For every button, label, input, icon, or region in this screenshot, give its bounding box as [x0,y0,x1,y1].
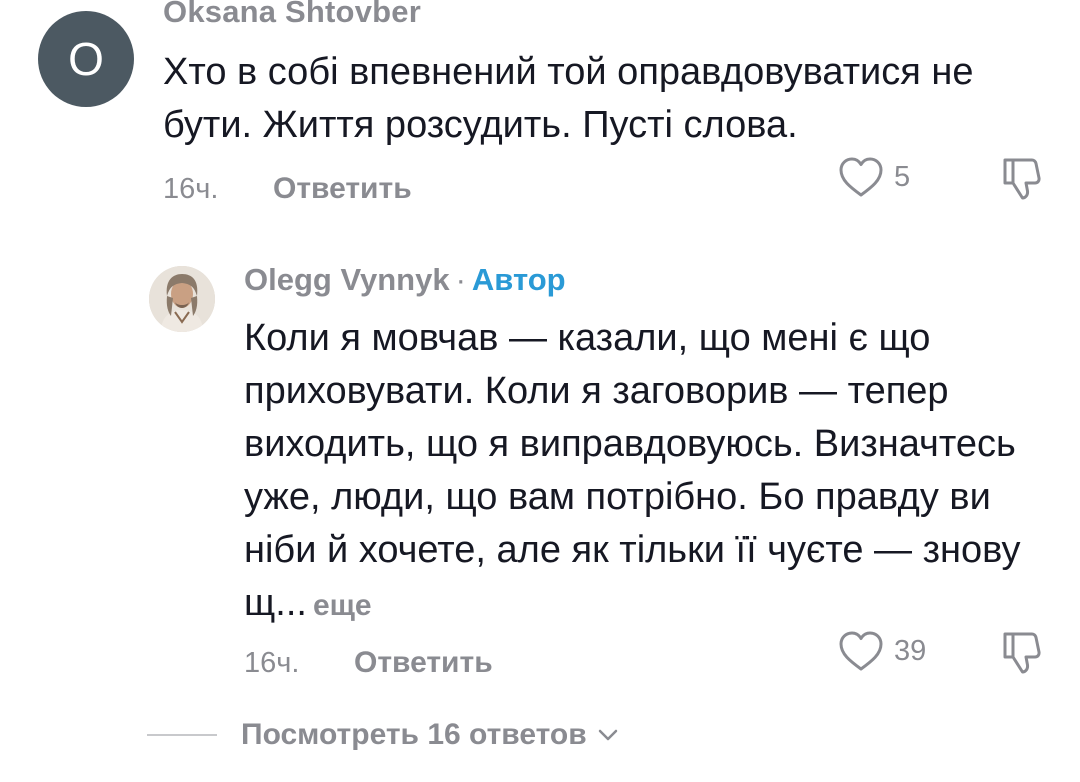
heart-outline-icon [839,631,883,671]
reply-button[interactable]: Ответить [273,172,412,206]
view-replies-button[interactable]: Посмотреть 16 ответов [147,718,619,752]
like-count: 39 [894,634,927,667]
avatar-photo [149,266,215,332]
comment-text-block: Коли я мовчав — казали, що мені є що при… [244,312,1054,632]
divider-line [147,734,217,736]
reply-button[interactable]: Ответить [354,646,493,680]
heart-outline-icon [839,157,883,197]
comment-text: Хто в собі впевнений той оправдовуватися… [163,51,974,146]
thumbs-down-icon [1003,632,1041,674]
avatar[interactable] [149,266,215,332]
more-button[interactable]: еще [313,589,372,622]
comment-time: 16ч. [244,646,300,679]
chevron-down-icon [598,729,617,741]
comment-username[interactable]: Oksana Shtovber [163,0,421,30]
separator-dot: · [455,262,466,297]
view-replies-label: Посмотреть 16 ответов [241,718,587,751]
comment-username[interactable]: Olegg Vynnyk [244,262,450,298]
author-badge: Автор [471,262,566,297]
dislike-button[interactable] [1000,628,1046,681]
thumbs-down-icon [1003,158,1041,200]
like-count: 5 [894,160,911,193]
comment-text: Коли я мовчав — казали, що мені є що при… [244,317,1021,624]
avatar[interactable]: O [38,11,134,107]
dislike-button[interactable] [1000,154,1046,207]
comment-header: Olegg Vynnyk · Автор [244,262,566,298]
like-button[interactable]: 5 [838,156,910,198]
like-button[interactable]: 39 [838,630,926,672]
avatar-letter: O [68,33,104,85]
comment-meta: 16ч. Ответить [163,166,412,212]
comments-panel: O Oksana Shtovber Хто в собі впевнений т… [0,0,1080,782]
comment-meta: 16ч. Ответить [244,640,493,686]
comment-time: 16ч. [163,172,219,205]
